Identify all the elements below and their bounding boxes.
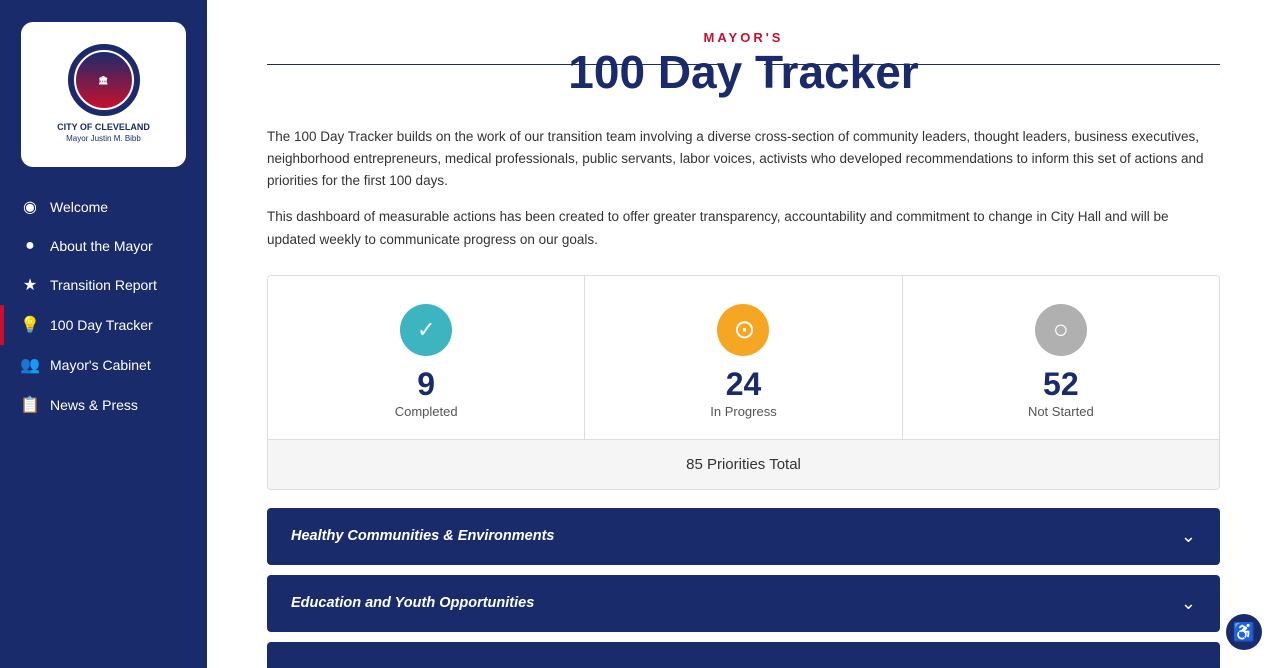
accordion-section3[interactable]: ⌄ (267, 642, 1220, 668)
in-progress-icon: ⊙ (717, 304, 769, 356)
sidebar-item-about-the-mayor[interactable]: ● About the Mayor (0, 227, 207, 265)
sidebar-item-transition-report[interactable]: ★ Transition Report (0, 265, 207, 305)
in-progress-label: In Progress (710, 404, 776, 419)
sidebar-label-welcome: Welcome (50, 199, 108, 215)
sidebar-label-mayors-cabinet: Mayor's Cabinet (50, 357, 151, 373)
seal-inner: 🏛 (74, 50, 134, 110)
sidebar-label-about-the-mayor: About the Mayor (50, 238, 153, 254)
mayors-label: MAYOR'S (267, 30, 1220, 45)
completed-label: Completed (395, 404, 458, 419)
totals-row: 85 Priorities Total (268, 440, 1219, 489)
stat-completed: ✓ 9 Completed (268, 276, 585, 439)
sidebar-item-welcome[interactable]: ◉ Welcome (0, 187, 207, 227)
nav-icon-news-press: 📋 (20, 395, 40, 415)
in-progress-count: 24 (726, 368, 762, 400)
intro-para2: This dashboard of measurable actions has… (267, 206, 1220, 251)
not-started-label: Not Started (1028, 404, 1094, 419)
logo-box: 🏛 CITY OF CLEVELAND Mayor Justin M. Bibb (21, 22, 186, 167)
intro-para1: The 100 Day Tracker builds on the work o… (267, 126, 1220, 193)
not-started-icon: ○ (1035, 304, 1087, 356)
chevron-down-icon-1: ⌄ (1181, 526, 1196, 547)
chevron-down-icon-3: ⌄ (1181, 660, 1196, 668)
completed-count: 9 (417, 368, 435, 400)
sidebar: 🏛 CITY OF CLEVELAND Mayor Justin M. Bibb… (0, 0, 207, 668)
sidebar-label-transition-report: Transition Report (50, 277, 157, 293)
nav-icon-mayors-cabinet: 👥 (20, 355, 40, 375)
nav-icon-about-the-mayor: ● (20, 237, 40, 255)
completed-icon: ✓ (400, 304, 452, 356)
accordion-healthy-communities[interactable]: Healthy Communities & Environments ⌄ (267, 508, 1220, 565)
page-title: 100 Day Tracker (267, 47, 1220, 98)
sidebar-item-100-day-tracker[interactable]: 💡 100 Day Tracker (0, 305, 207, 345)
stat-not-started: ○ 52 Not Started (903, 276, 1219, 439)
chevron-down-icon-2: ⌄ (1181, 593, 1196, 614)
page-header: MAYOR'S 100 Day Tracker (267, 30, 1220, 98)
accessibility-button[interactable]: ♿ (1226, 614, 1262, 650)
sidebar-item-news-press[interactable]: 📋 News & Press (0, 385, 207, 425)
sidebar-label-100-day-tracker: 100 Day Tracker (50, 317, 153, 333)
nav-icon-transition-report: ★ (20, 275, 40, 295)
accordion-label-2: Education and Youth Opportunities (291, 595, 534, 611)
accordion-label-1: Healthy Communities & Environments (291, 528, 554, 544)
stats-container: ✓ 9 Completed ⊙ 24 In Progress ○ 52 Not … (267, 275, 1220, 490)
not-started-count: 52 (1043, 368, 1079, 400)
main-content: MAYOR'S 100 Day Tracker The 100 Day Trac… (207, 0, 1280, 668)
nav-icon-welcome: ◉ (20, 197, 40, 217)
city-seal: 🏛 (68, 44, 140, 116)
stat-in-progress: ⊙ 24 In Progress (585, 276, 902, 439)
accordion-education-youth[interactable]: Education and Youth Opportunities ⌄ (267, 575, 1220, 632)
sidebar-nav: ◉ Welcome ● About the Mayor ★ Transition Repo… (0, 187, 207, 425)
stats-row: ✓ 9 Completed ⊙ 24 In Progress ○ 52 Not … (268, 276, 1219, 440)
sidebar-label-news-press: News & Press (50, 397, 138, 413)
sidebar-item-mayors-cabinet[interactable]: 👥 Mayor's Cabinet (0, 345, 207, 385)
logo-text: CITY OF CLEVELAND Mayor Justin M. Bibb (57, 122, 150, 144)
nav-icon-100-day-tracker: 💡 (20, 315, 40, 335)
